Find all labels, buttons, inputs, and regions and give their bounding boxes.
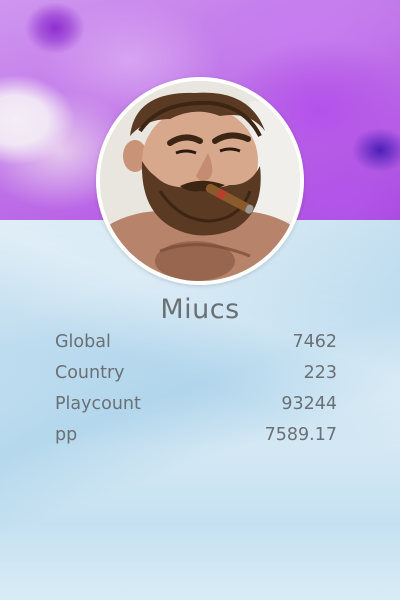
stat-label: Playcount [55, 394, 141, 414]
username: Miucs [160, 294, 240, 325]
stat-value: 7462 [292, 332, 337, 352]
stat-value: 223 [303, 363, 337, 383]
profile-card: Miucs Global 7462 Country 223 Playcount … [0, 0, 400, 600]
stat-value: 7589.17 [264, 425, 337, 445]
stat-value: 93244 [281, 394, 337, 414]
stats-list: Global 7462 Country 223 Playcount 93244 … [55, 330, 337, 454]
stat-row-global: Global 7462 [55, 330, 337, 361]
stat-label: Country [55, 363, 125, 383]
bearded-man-icon [100, 81, 300, 281]
avatar[interactable] [100, 81, 300, 281]
stat-label: pp [55, 425, 78, 445]
stat-row-pp: pp 7589.17 [55, 423, 337, 454]
stat-row-country: Country 223 [55, 361, 337, 392]
stat-label: Global [55, 332, 111, 352]
stat-row-playcount: Playcount 93244 [55, 392, 337, 423]
